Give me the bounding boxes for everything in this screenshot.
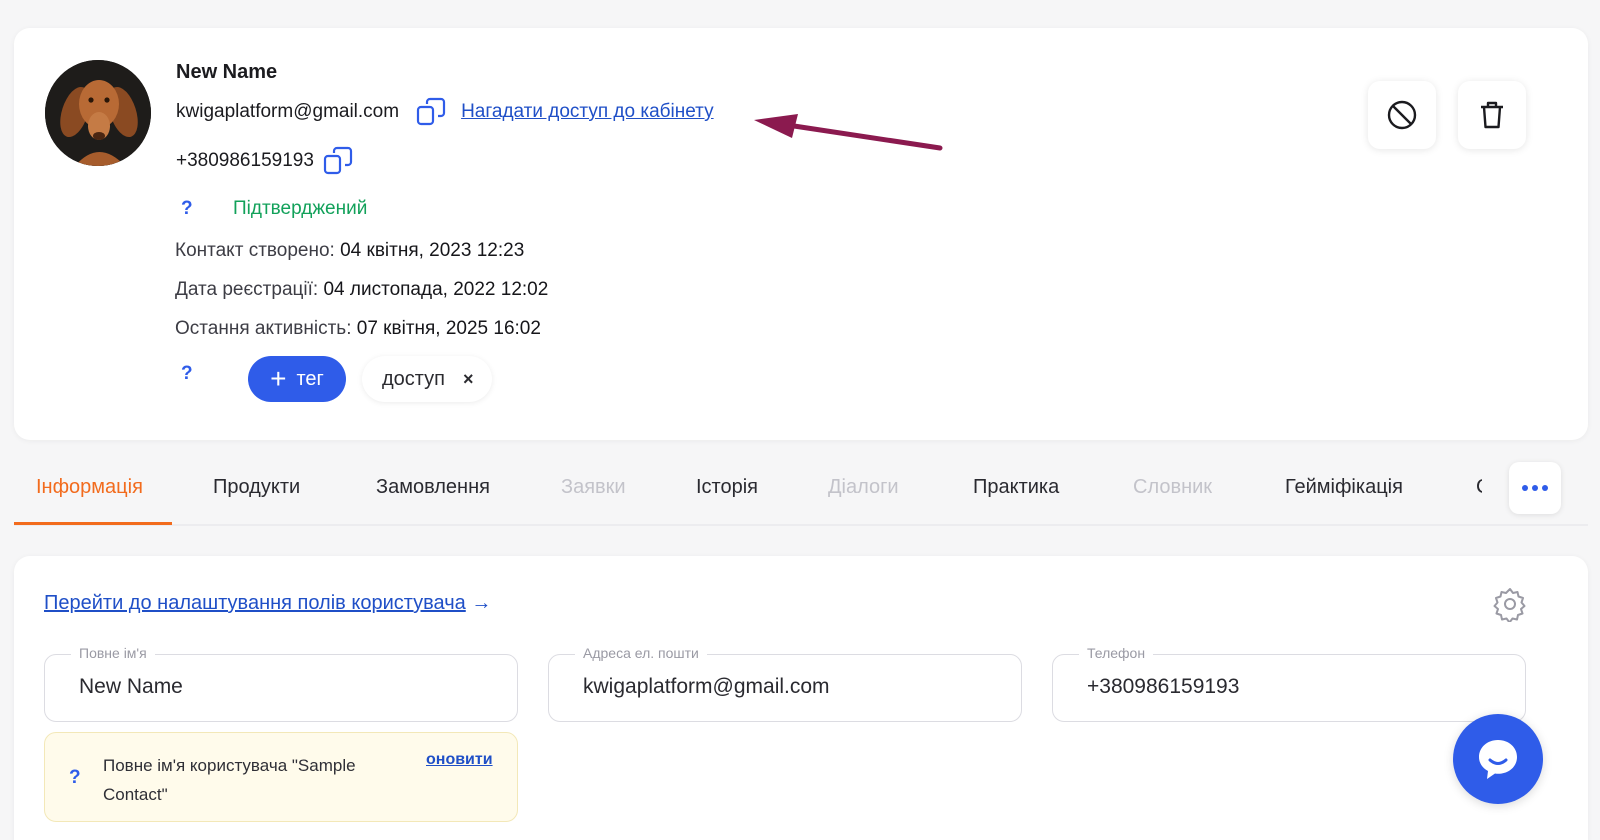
email-field[interactable]: Адреса ел. пошти kwigaplatform@gmail.com xyxy=(548,645,1022,722)
email-row: kwigaplatform@gmail.com Нагадати доступ … xyxy=(176,96,714,128)
tab-dictionary[interactable]: Словник xyxy=(1133,476,1212,499)
tab-info[interactable]: Інформація xyxy=(36,476,143,499)
tab-gamification[interactable]: Гейміфікація xyxy=(1285,476,1403,499)
status-badge: Підтверджений xyxy=(233,198,368,219)
tab-bar: Інформація Продукти Замовлення Заявки Іс… xyxy=(14,462,1588,526)
name-sync-notice: ? Повне ім'я користувача "Sample Contact… xyxy=(44,732,518,822)
meta-last-activity: Остання активність: 07 квітня, 2025 16:0… xyxy=(175,318,541,339)
tags-help-icon[interactable]: ? xyxy=(181,363,193,385)
tab-history[interactable]: Історія xyxy=(696,476,758,499)
status-help-icon[interactable]: ? xyxy=(181,198,193,220)
phone-value: +380986159193 xyxy=(1087,675,1240,698)
tab-practice[interactable]: Практика xyxy=(973,476,1059,499)
arrow-right-icon: → xyxy=(471,592,492,614)
tab-partial[interactable]: С xyxy=(1476,476,1482,499)
dot-icon xyxy=(1532,485,1538,491)
delete-contact-button[interactable] xyxy=(1458,81,1526,149)
more-tabs-button[interactable] xyxy=(1509,462,1561,514)
chat-widget-button[interactable] xyxy=(1453,714,1543,804)
info-card: Перейти до налаштування полів користувач… xyxy=(14,556,1588,840)
full-name-field[interactable]: Повне ім'я New Name xyxy=(44,645,518,722)
phone-row: +380986159193 xyxy=(176,145,354,177)
dot-icon xyxy=(1542,485,1548,491)
notice-text: Повне ім'я користувача "Sample Contact" xyxy=(103,756,356,804)
add-tag-button[interactable]: + тег xyxy=(248,356,346,402)
update-name-link[interactable]: оновити xyxy=(426,751,493,769)
avatar xyxy=(45,60,151,166)
contact-phone: +380986159193 xyxy=(176,150,314,171)
notice-help-icon[interactable]: ? xyxy=(69,767,81,789)
gear-icon[interactable] xyxy=(1492,586,1528,624)
tab-products[interactable]: Продукти xyxy=(213,476,300,499)
user-fields-settings-link[interactable]: Перейти до налаштування полів користувач… xyxy=(44,592,491,615)
copy-email-icon[interactable] xyxy=(415,96,447,128)
block-icon xyxy=(1387,100,1417,130)
meta-created: Контакт створено: 04 квітня, 2023 12:23 xyxy=(175,240,525,261)
email-value: kwigaplatform@gmail.com xyxy=(583,675,830,698)
active-tab-indicator xyxy=(14,522,172,525)
block-contact-button[interactable] xyxy=(1368,81,1436,149)
tab-orders[interactable]: Замовлення xyxy=(376,476,490,499)
tab-dialogs[interactable]: Діалоги xyxy=(828,476,899,499)
copy-phone-icon[interactable] xyxy=(322,145,354,177)
contact-name: New Name xyxy=(176,61,278,83)
annotation-arrow-icon xyxy=(754,114,943,151)
remove-tag-icon[interactable]: × xyxy=(463,369,474,390)
remind-access-link[interactable]: Нагадати доступ до кабінету xyxy=(461,101,714,123)
tag-chip: доступ × xyxy=(362,356,492,402)
chat-icon xyxy=(1479,740,1517,779)
tab-requests[interactable]: Заявки xyxy=(561,476,626,499)
plus-icon: + xyxy=(270,363,287,394)
dot-icon xyxy=(1522,485,1528,491)
tag-label: доступ xyxy=(382,367,446,390)
meta-registered: Дата реєстрації: 04 листопада, 2022 12:0… xyxy=(175,279,549,300)
dog-photo-icon xyxy=(45,60,151,166)
trash-icon xyxy=(1481,101,1503,129)
profile-card: New Name kwigaplatform@gmail.com Нагадат… xyxy=(14,28,1588,440)
contact-email: kwigaplatform@gmail.com xyxy=(176,101,400,122)
phone-field[interactable]: Телефон +380986159193 xyxy=(1052,645,1526,722)
full-name-value: New Name xyxy=(79,675,183,698)
